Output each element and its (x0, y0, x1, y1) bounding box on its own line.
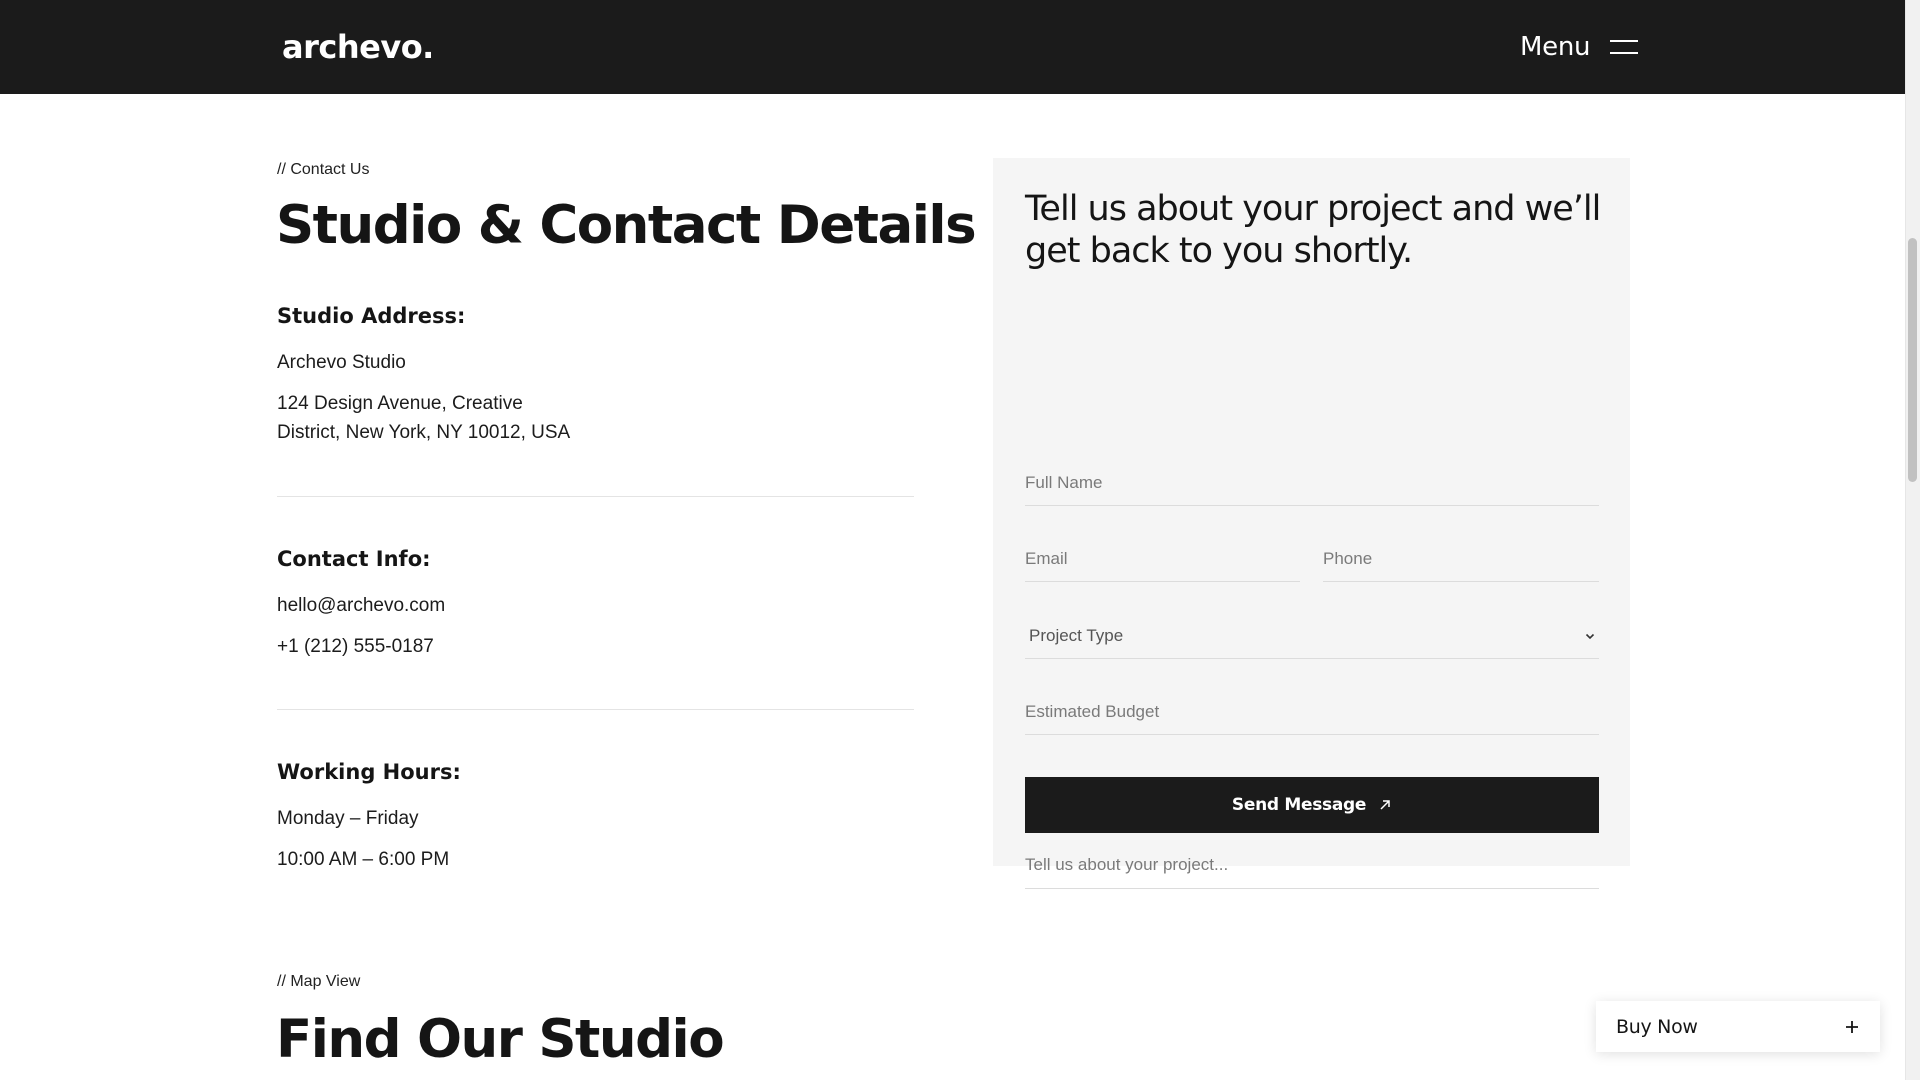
buy-now-label: Buy Now (1616, 1015, 1698, 1038)
divider (277, 709, 914, 710)
address-line-1: 124 Design Avenue, Creative (277, 393, 523, 414)
project-type-select[interactable]: Project Type (1025, 613, 1599, 659)
site-header: archevo. Menu (0, 0, 1905, 94)
map-eyebrow: // Map View (277, 973, 361, 990)
estimated-budget-input[interactable] (1025, 689, 1599, 735)
contact-form: Tell us about your project and we’ll get… (993, 158, 1630, 889)
site-logo[interactable]: archevo. (282, 27, 434, 67)
buy-now-button[interactable]: Buy Now (1596, 1001, 1880, 1052)
arrow-up-right-icon (1380, 800, 1390, 810)
form-heading: Tell us about your project and we’ll get… (1025, 189, 1601, 271)
hamburger-icon (1610, 39, 1639, 55)
studio-address-heading: Studio Address: (277, 304, 466, 328)
page-scrollbar[interactable] (1905, 0, 1920, 1080)
menu-button[interactable]: Menu (1520, 28, 1639, 66)
address-line-2: District, New York, NY 10012, USA (277, 422, 571, 443)
studio-name: Archevo Studio (277, 352, 406, 373)
contact-eyebrow: // Contact Us (277, 161, 370, 178)
project-type-value: Project Type (1029, 625, 1124, 645)
contact-email-link[interactable]: hello@archevo.com (277, 591, 445, 620)
working-days: Monday – Friday (277, 808, 419, 829)
send-message-label: Send Message (1231, 795, 1367, 815)
scrollbar-thumb[interactable] (1908, 238, 1917, 482)
phone-input[interactable] (1323, 536, 1599, 582)
divider (277, 496, 914, 497)
contact-info-heading: Contact Info: (277, 547, 431, 571)
email-input[interactable] (1025, 536, 1300, 582)
contact-phone-link[interactable]: +1 (212) 555-0187 (277, 632, 434, 661)
project-message-textarea[interactable] (1025, 841, 1599, 889)
menu-label: Menu (1520, 32, 1591, 62)
map-title: Find Our Studio (276, 1009, 725, 1070)
plus-icon (1846, 1020, 1858, 1033)
working-time: 10:00 AM – 6:00 PM (277, 849, 450, 870)
full-name-input[interactable] (1025, 460, 1599, 506)
working-hours-heading: Working Hours: (277, 760, 461, 784)
contact-title: Studio & Contact Details (276, 195, 977, 256)
chevron-down-icon (1585, 633, 1595, 639)
send-message-button[interactable]: Send Message (1025, 777, 1599, 833)
